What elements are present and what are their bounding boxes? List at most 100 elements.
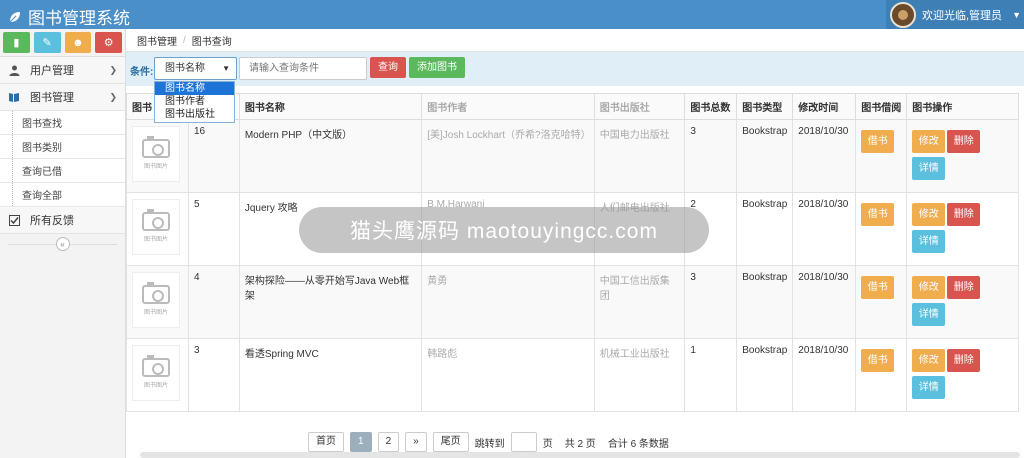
- total-records: 合计 6 条数据: [607, 438, 669, 450]
- dropdown-option[interactable]: 图书作者: [155, 95, 234, 108]
- watermark-banner: 猫头鹰源码 maotouyingcc.com: [299, 207, 709, 253]
- image-caption: 图书图片: [143, 163, 168, 170]
- book-time: 2018/10/30: [792, 192, 857, 266]
- jump-label: 跳转到: [474, 438, 505, 450]
- edit-button[interactable]: 修改: [912, 203, 946, 226]
- sidebar-collapse[interactable]: «: [0, 234, 125, 254]
- actions-cell: 修改 删除详情: [906, 338, 1019, 412]
- dropdown-option[interactable]: 图书出版社: [155, 108, 234, 121]
- actions-cell: 修改 删除详情: [906, 192, 1019, 266]
- leaf-icon: [9, 11, 20, 22]
- detail-button[interactable]: 详情: [912, 303, 946, 326]
- sidebar-subitem-label: 图书类别: [22, 143, 62, 154]
- table-header-row: 图书 编号 图书名称 图书作者 图书出版社 图书总数 图书类型 修改时间 图书借…: [126, 93, 1019, 120]
- dropdown-option[interactable]: 图书名称: [155, 82, 234, 95]
- column-header: 图书操作: [906, 93, 1019, 120]
- delete-button[interactable]: 删除: [947, 203, 981, 226]
- delete-button[interactable]: 删除: [947, 349, 981, 372]
- total-pages: 共 2 页: [564, 438, 596, 450]
- book-id: 4: [187, 265, 240, 339]
- add-book-button[interactable]: 添加图书: [409, 57, 465, 78]
- book-type: Bookstrap: [736, 338, 794, 412]
- delete-button[interactable]: 删除: [947, 276, 981, 299]
- borrow-button[interactable]: 借书: [861, 203, 895, 226]
- borrow-button[interactable]: 借书: [861, 276, 895, 299]
- search-input[interactable]: [239, 57, 367, 80]
- edit-button[interactable]: 修改: [912, 349, 946, 372]
- sidebar-item-feedback[interactable]: 所有反馈: [0, 207, 125, 234]
- camera-icon: [142, 354, 170, 377]
- table-row: 图书图片 16 Modern PHP（中文版） [美]Josh Lockhart…: [126, 119, 1019, 193]
- page-button-1[interactable]: 1: [350, 432, 372, 452]
- pencil-icon[interactable]: ✎: [33, 32, 61, 53]
- book-publisher: 机械工业出版社: [593, 338, 686, 412]
- next-page-button[interactable]: »: [405, 432, 427, 452]
- page-button-2[interactable]: 2: [377, 432, 400, 452]
- sidebar-item-label: 用户管理: [30, 65, 74, 77]
- top-header: 图书管理系统 欢迎光临,管理员 ▼: [0, 0, 1024, 29]
- sidebar: ▮ ✎ ☻ ⚙ 用户管理 ❯ 图书管理 ❯ 图书查找 图书类别 查询已借 查询全…: [0, 29, 126, 458]
- book-image-placeholder: 图书图片: [132, 345, 180, 401]
- book-image-placeholder: 图书图片: [132, 126, 180, 182]
- image-caption: 图书图片: [143, 382, 168, 389]
- detail-button[interactable]: 详情: [912, 376, 946, 399]
- book-image-cell: 图书图片: [126, 265, 189, 339]
- first-page-button[interactable]: 首页: [308, 432, 344, 452]
- book-author: [美]Josh Lockhart（乔希?洛克哈特）: [421, 119, 595, 193]
- sidebar-subitem-book-search[interactable]: 图书查找: [0, 111, 125, 135]
- book-total: 3: [684, 265, 738, 339]
- actions-cell: 修改 删除详情: [906, 265, 1019, 339]
- last-page-button[interactable]: 尾页: [432, 432, 469, 452]
- user-menu[interactable]: 欢迎光临,管理员 ▼: [886, 0, 1024, 29]
- avatar: [890, 1, 916, 28]
- book-type: Bookstrap: [736, 119, 794, 193]
- delete-button[interactable]: 删除: [947, 130, 981, 153]
- book-image-cell: 图书图片: [126, 119, 189, 193]
- borrow-button[interactable]: 借书: [861, 130, 895, 153]
- app-title: 图书管理系统: [28, 9, 130, 28]
- cogs-icon[interactable]: ⚙: [95, 32, 122, 53]
- camera-icon: [142, 281, 170, 304]
- book-publisher: 中国电力出版社: [593, 119, 686, 193]
- breadcrumb-item: 图书查询: [191, 36, 232, 48]
- borrow-button[interactable]: 借书: [861, 349, 895, 372]
- sidebar-subitem-book-category[interactable]: 图书类别: [0, 135, 125, 159]
- breadcrumb-item[interactable]: 图书管理: [137, 33, 177, 48]
- filter-dropdown: 图书名称 图书作者 图书出版社: [154, 81, 235, 123]
- book-total: 1: [684, 338, 738, 412]
- book-publisher: 中国工信出版集团: [593, 265, 686, 339]
- app-brand[interactable]: 图书管理系统: [8, 4, 130, 29]
- edit-button[interactable]: 修改: [912, 276, 946, 299]
- sidebar-subitem-label: 图书查找: [22, 119, 62, 130]
- sidebar-subitem-all[interactable]: 查询全部: [0, 183, 125, 207]
- borrow-cell: 借书: [855, 338, 908, 412]
- horizontal-scrollbar[interactable]: [140, 452, 1020, 458]
- detail-button[interactable]: 详情: [912, 157, 946, 180]
- double-chevron-left-icon[interactable]: «: [55, 237, 70, 251]
- detail-button[interactable]: 详情: [912, 230, 946, 253]
- jump-page-input[interactable]: [510, 432, 537, 452]
- sidebar-subitem-borrowed[interactable]: 查询已借: [0, 159, 125, 183]
- sidebar-item-label: 图书管理: [30, 92, 74, 104]
- sidebar-item-book-management[interactable]: 图书管理 ❯: [0, 84, 125, 111]
- book-time: 2018/10/30: [792, 338, 857, 412]
- edit-button[interactable]: 修改: [912, 130, 946, 153]
- book-time: 2018/10/30: [792, 265, 857, 339]
- user-greeting: 欢迎光临,管理员: [922, 9, 1003, 22]
- actions-cell: 修改 删除详情: [906, 119, 1019, 193]
- table-row: 图书图片 3 看透Spring MVC 韩路彪 机械工业出版社 1 Bookst…: [126, 338, 1019, 412]
- book-id: 16: [187, 119, 240, 193]
- sidebar-item-user-management[interactable]: 用户管理 ❯: [0, 57, 125, 84]
- column-header: 图书借阅: [855, 93, 908, 120]
- book-type: Bookstrap: [736, 192, 794, 266]
- users-icon[interactable]: ☻: [64, 32, 92, 53]
- book-name: Modern PHP（中文版）: [238, 119, 423, 193]
- book-id: 5: [187, 192, 240, 266]
- query-button[interactable]: 查询: [370, 57, 406, 78]
- chevron-right-icon: ❯: [109, 64, 117, 75]
- camera-icon: [142, 208, 170, 231]
- filter-select[interactable]: 图书名称 ▼: [154, 57, 237, 80]
- book-image-placeholder: 图书图片: [132, 199, 180, 255]
- bar-chart-icon[interactable]: ▮: [3, 32, 30, 53]
- column-header: 图书类型: [736, 93, 794, 120]
